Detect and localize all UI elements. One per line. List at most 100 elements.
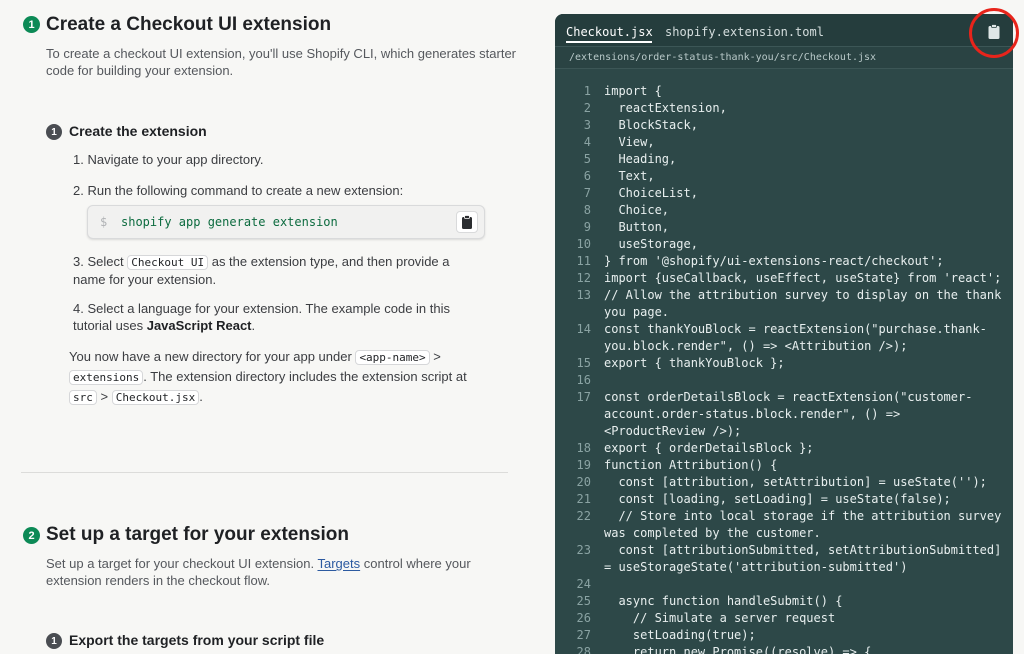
active-tab-indicator (566, 41, 652, 43)
result-text: . The extension directory includes the e… (143, 369, 467, 384)
tab-checkout-jsx[interactable]: Checkout.jsx (566, 25, 653, 39)
inline-code: src (69, 390, 97, 405)
list-text-bold: JavaScript React (146, 318, 252, 333)
line-number: 16 (576, 373, 591, 387)
list-item: 2. Run the following command to create a… (73, 182, 493, 199)
line-number: 27 (576, 628, 591, 642)
list-text: Run the following command to create a ne… (87, 183, 404, 198)
code-line: setLoading(true); (604, 628, 756, 642)
tutorial-content: 1 Create a Checkout UI extension To crea… (0, 0, 540, 654)
section-divider (21, 472, 508, 473)
code-line: const [attribution, setAttribution] = us… (604, 475, 987, 489)
code-line: import { (604, 84, 662, 98)
shell-prompt: $ (100, 215, 108, 229)
code-line: async function handleSubmit() { (604, 594, 843, 608)
result-paragraph: You now have a new directory for your ap… (69, 347, 474, 407)
result-text: You now have a new directory for your ap… (69, 349, 352, 364)
copy-command-button[interactable] (456, 211, 478, 233)
file-tabs: Checkout.jsx shopify.extension.toml (555, 14, 1013, 46)
inline-code: extensions (69, 370, 144, 385)
code-line: export { thankYouBlock }; (604, 356, 785, 370)
line-number: 25 (576, 594, 591, 608)
path-separator: > (433, 349, 441, 364)
description-text: Set up a target for your checkout UI ext… (46, 556, 315, 571)
substep-title: Create the extension (69, 123, 207, 139)
substep-number: 1 (51, 635, 57, 647)
code-line: } from '@shopify/ui-extensions-react/che… (604, 254, 944, 268)
line-number: 20 (576, 475, 591, 489)
step-number-badge: 1 (23, 16, 40, 33)
list-text: Select (87, 254, 124, 269)
code-line: export { orderDetailsBlock }; (604, 441, 814, 455)
line-number: 14 (576, 322, 591, 336)
line-number: 6 (583, 169, 591, 183)
code-panel: Checkout.jsx shopify.extension.toml /ext… (555, 14, 1013, 654)
line-number: 18 (576, 441, 591, 455)
list-item: 3. Select Checkout UI as the extension t… (73, 253, 483, 288)
code-line: useStorage, (604, 237, 698, 251)
code-line: = useStorageState('attribution-submitted… (604, 560, 908, 574)
line-number: 22 (576, 509, 591, 523)
code-line: function Attribution() { (604, 458, 778, 472)
substep-title: Export the targets from your script file (69, 632, 325, 648)
result-text: . (199, 389, 203, 404)
list-text: Navigate to your app directory. (87, 152, 264, 167)
targets-link[interactable]: Targets (317, 556, 360, 571)
highlight-circle (969, 8, 1019, 58)
file-path: /extensions/order-status-thank-you/src/C… (569, 52, 877, 63)
list-item: 1. Navigate to your app directory. (73, 151, 493, 168)
substep-number-badge: 1 (46, 124, 62, 140)
code-line: <ProductReview />); (604, 424, 742, 438)
inline-code: <app-name> (355, 350, 430, 365)
code-line: Button, (604, 220, 670, 234)
section-title: Set up a target for your extension (46, 524, 349, 545)
step-number: 1 (28, 18, 35, 31)
code-line: was completed by the customer. (604, 526, 821, 540)
code-line: const [loading, setLoading] = useState(f… (604, 492, 951, 506)
section-description: Set up a target for your checkout UI ext… (46, 555, 486, 589)
code-line: // Simulate a server request (604, 611, 836, 625)
code-line: account.order-status.block.render", () =… (604, 407, 901, 421)
command-block: $ shopify app generate extension (87, 205, 485, 239)
code-line: BlockStack, (604, 118, 698, 132)
list-number: 4. (73, 301, 84, 316)
code-line: Heading, (604, 152, 677, 166)
line-number: 1 (583, 84, 591, 98)
code-line: // Allow the attribution survey to displ… (604, 288, 1002, 302)
line-number: 26 (576, 611, 591, 625)
code-line: you page. (604, 305, 670, 319)
line-number: 11 (576, 254, 591, 268)
line-number: 17 (576, 390, 591, 404)
clipboard-icon (462, 215, 472, 229)
substep-number-badge: 1 (46, 633, 62, 649)
step-number-badge: 2 (23, 527, 40, 544)
line-number: 9 (583, 220, 591, 234)
line-number: 23 (576, 543, 591, 557)
command-text[interactable]: shopify app generate extension (121, 215, 338, 229)
line-number: 12 (576, 271, 591, 285)
list-text: . (251, 318, 256, 333)
inline-code: Checkout.jsx (111, 390, 200, 405)
line-number: 28 (576, 645, 591, 654)
code-line: const thankYouBlock = reactExtension("pu… (604, 322, 987, 336)
line-number: 24 (576, 577, 591, 591)
line-number: 13 (576, 288, 591, 302)
line-number: 4 (583, 135, 591, 149)
line-number: 15 (576, 356, 591, 370)
code-line: import {useCallback, useEffect, useState… (604, 271, 1002, 285)
code-line: const orderDetailsBlock = reactExtension… (604, 390, 973, 404)
section-title: Create a Checkout UI extension (46, 14, 332, 35)
code-line: const [attributionSubmitted, setAttribut… (604, 543, 1002, 557)
file-path-bar: /extensions/order-status-thank-you/src/C… (555, 46, 1013, 69)
line-number: 7 (583, 186, 591, 200)
tab-shopify-extension-toml[interactable]: shopify.extension.toml (665, 25, 824, 39)
code-line: Choice, (604, 203, 670, 217)
substep-number: 1 (51, 126, 57, 138)
code-line: Text, (604, 169, 655, 183)
list-text: Select a language for your extension. Th… (73, 301, 451, 333)
step-number: 2 (28, 529, 35, 542)
line-number: 5 (583, 152, 591, 166)
code-line: you.block.render", () => <Attribution />… (604, 339, 908, 353)
code-line: reactExtension, (604, 101, 727, 115)
line-number: 10 (576, 237, 591, 251)
